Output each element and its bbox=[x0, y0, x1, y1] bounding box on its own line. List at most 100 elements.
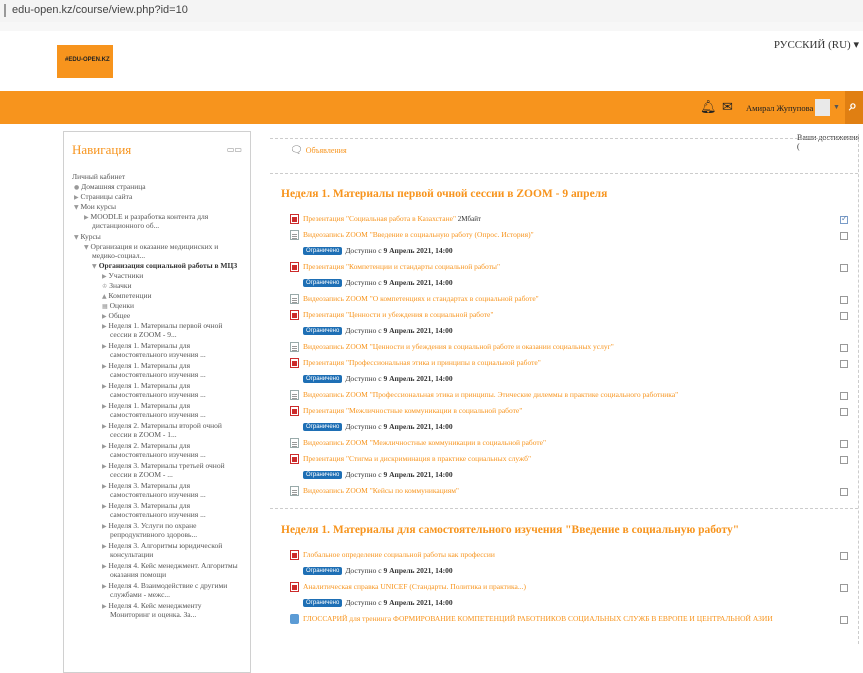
activity-label: Видеозапись ZOOM "Введение в социальную … bbox=[303, 230, 534, 239]
nav-item[interactable]: сессии в ZOOM - ... bbox=[110, 470, 173, 480]
activity-link[interactable]: Видеозапись ZOOM "Кейсы по коммуникациям… bbox=[290, 486, 459, 498]
section-title[interactable]: Неделя 1. Материалы для самостоятельного… bbox=[281, 524, 739, 536]
activity-link[interactable]: Презентация "Межличностные коммуникации … bbox=[290, 406, 522, 418]
completion-checkbox[interactable] bbox=[840, 584, 848, 592]
nav-item-label: Неделя 1. Материалы для bbox=[108, 381, 191, 390]
completion-checkbox[interactable] bbox=[840, 232, 848, 240]
nav-item[interactable]: ▲ Компетенции bbox=[102, 291, 152, 301]
nav-item[interactable]: ● Домашняя страница bbox=[74, 182, 146, 192]
forum-icon: 🗨︎ bbox=[290, 145, 303, 156]
nav-item[interactable]: самостоятельного изучения ... bbox=[110, 410, 206, 420]
restriction-note: Ограничено Доступно с 9 Апрель 2021, 14:0… bbox=[303, 374, 453, 383]
nav-item[interactable]: ▦ Оценки bbox=[102, 301, 134, 311]
nav-item-label: Неделя 4. Кейс менеджменту bbox=[108, 601, 202, 610]
restriction-note: Ограничено Доступно с 9 Апрель 2021, 14:0… bbox=[303, 470, 453, 479]
browser-address-bar[interactable]: edu-open.kz/course/view.php?id=10 bbox=[0, 0, 863, 23]
completion-checkbox[interactable] bbox=[840, 552, 848, 560]
nav-item[interactable]: консультации bbox=[110, 550, 153, 560]
nav-item[interactable]: службами - межс... bbox=[110, 590, 170, 600]
envelope-icon[interactable]: ✉ bbox=[722, 100, 733, 115]
completion-checkbox[interactable] bbox=[840, 360, 848, 368]
section-divider bbox=[270, 173, 858, 174]
nav-item[interactable]: медико-социал... bbox=[92, 251, 145, 261]
restriction-note: Ограничено Доступно с 9 Апрель 2021, 14:0… bbox=[303, 246, 453, 255]
completion-checkbox[interactable] bbox=[840, 456, 848, 464]
nav-item-label: Общее bbox=[108, 311, 131, 320]
bell-icon[interactable]: 🔔︎ bbox=[700, 100, 717, 115]
activity-link[interactable]: Видеозапись ZOOM "Межличностные коммуник… bbox=[290, 438, 546, 450]
activity-link[interactable]: Видеозапись ZOOM "О компетенциях и станд… bbox=[290, 294, 539, 306]
announcements-link[interactable]: 🗨︎ Объявления bbox=[290, 145, 347, 156]
pdf-icon bbox=[290, 262, 299, 273]
nav-item[interactable]: дистанционного об... bbox=[92, 221, 159, 231]
nav-item[interactable]: ♔ Значки bbox=[102, 281, 132, 291]
completion-checkbox[interactable] bbox=[840, 440, 848, 448]
nav-item[interactable]: ▶ Общее bbox=[102, 311, 130, 321]
chevron-down-icon[interactable]: ▼ bbox=[833, 103, 840, 111]
search-button[interactable]: ⌕ bbox=[845, 91, 863, 124]
completion-checkbox[interactable] bbox=[840, 392, 848, 400]
nav-item[interactable]: оказания помощи bbox=[110, 570, 166, 580]
activity-link[interactable]: Видеозапись ZOOM "Введение в социальную … bbox=[290, 230, 534, 242]
nav-item[interactable]: репродуктивного здоровь... bbox=[110, 530, 197, 540]
nav-item-arrow-icon: ▼ bbox=[92, 263, 99, 270]
activity-link[interactable]: Презентация "Компетенции и стандарты соц… bbox=[290, 262, 500, 274]
achievements-link[interactable]: Ваши достижения ( bbox=[797, 133, 863, 151]
activity-label: Видеозапись ZOOM "Ценности и убеждения в… bbox=[303, 342, 614, 351]
activity-link[interactable]: Глобальное определение социальной работы… bbox=[290, 550, 495, 562]
nav-item[interactable]: Мониторинг и оценка. За... bbox=[110, 610, 196, 620]
section-title[interactable]: Неделя 1. Материалы первой очной сессии … bbox=[281, 188, 607, 200]
nav-item[interactable]: самостоятельного изучения ... bbox=[110, 450, 206, 460]
url-text[interactable]: edu-open.kz/course/view.php?id=10 bbox=[12, 4, 188, 16]
nav-item[interactable]: ▼ Организация социальной работы в МЦЗ bbox=[92, 261, 237, 271]
activity-link[interactable]: Презентация "Социальная работа в Казахст… bbox=[290, 214, 481, 226]
nav-item-label: репродуктивного здоровь... bbox=[110, 530, 198, 539]
completion-checkbox[interactable] bbox=[840, 214, 848, 224]
nav-item[interactable]: ▶ Страницы сайта bbox=[74, 192, 132, 202]
nav-item-label: самостоятельного изучения ... bbox=[110, 370, 206, 379]
activity-link[interactable]: Презентация "Ценности и убеждения в соци… bbox=[290, 310, 493, 322]
completion-checkbox[interactable] bbox=[840, 264, 848, 272]
activity-label: Презентация "Компетенции и стандарты соц… bbox=[303, 262, 501, 271]
dock-icon[interactable]: ▭▭ bbox=[227, 145, 242, 154]
user-name[interactable]: Амирал Жупупова bbox=[746, 103, 813, 113]
glossary-icon bbox=[290, 614, 299, 625]
activity-link[interactable]: Аналитическая справка UNICEF (Стандарты.… bbox=[290, 582, 526, 594]
site-logo[interactable]: #EDU-OPEN.KZ bbox=[57, 45, 113, 78]
nav-item[interactable]: самостоятельного изучения ... bbox=[110, 510, 206, 520]
activity-link[interactable]: Презентация "Стигма и дискриминация в пр… bbox=[290, 454, 531, 466]
nav-item-label: Неделя 1. Материалы для bbox=[108, 361, 191, 370]
activity-label: ГЛОССАРИЙ для тренинга ФОРМИРОВАНИЕ КОМП… bbox=[303, 614, 773, 623]
restriction-date: 9 Апрель 2021, 14:00 bbox=[383, 422, 453, 431]
nav-item[interactable]: сессии в ZOOM - 9... bbox=[110, 330, 177, 340]
nav-item[interactable]: ▼ Курсы bbox=[74, 232, 101, 242]
restriction-note: Ограничено Доступно с 9 Апрель 2021, 14:0… bbox=[303, 278, 453, 287]
nav-item[interactable]: самостоятельного изучения ... bbox=[110, 370, 206, 380]
restriction-date: 9 Апрель 2021, 14:00 bbox=[383, 374, 453, 383]
completion-checkbox[interactable] bbox=[840, 296, 848, 304]
restriction-note: Ограничено Доступно с 9 Апрель 2021, 14:0… bbox=[303, 566, 453, 575]
restricted-badge: Ограничено bbox=[303, 279, 343, 287]
nav-item-label: службами - межс... bbox=[110, 590, 171, 599]
nav-item-label: Неделя 3. Материалы для bbox=[108, 481, 191, 490]
language-menu[interactable]: РУССКИЙ (RU) ▾ bbox=[774, 38, 859, 51]
completion-checkbox[interactable] bbox=[840, 344, 848, 352]
activity-link[interactable]: Видеозапись ZOOM "Ценности и убеждения в… bbox=[290, 342, 614, 354]
completion-checkbox[interactable] bbox=[840, 312, 848, 320]
nav-item[interactable]: самостоятельного изучения ... bbox=[110, 350, 206, 360]
nav-item[interactable]: Личный кабинет bbox=[72, 172, 125, 182]
activity-link[interactable]: Видеозапись ZOOM "Профессиональная этика… bbox=[290, 390, 678, 402]
nav-item[interactable]: самостоятельного изучения ... bbox=[110, 390, 206, 400]
nav-item[interactable]: ▼ Мои курсы bbox=[74, 202, 116, 212]
activity-link[interactable]: ГЛОССАРИЙ для тренинга ФОРМИРОВАНИЕ КОМП… bbox=[290, 614, 773, 626]
nav-item[interactable]: самостоятельного изучения ... bbox=[110, 490, 206, 500]
completion-checkbox[interactable] bbox=[840, 408, 848, 416]
activity-link[interactable]: Презентация "Профессиональная этика и пр… bbox=[290, 358, 541, 370]
completion-checkbox[interactable] bbox=[840, 488, 848, 496]
avatar[interactable] bbox=[815, 99, 830, 116]
top-strip bbox=[0, 22, 863, 31]
nav-item[interactable]: ▶ Участники bbox=[102, 271, 143, 281]
completion-checkbox[interactable] bbox=[840, 616, 848, 624]
nav-item-label: Неделя 1. Материалы для bbox=[108, 401, 191, 410]
nav-item[interactable]: сессии в ZOOM - 1... bbox=[110, 430, 177, 440]
